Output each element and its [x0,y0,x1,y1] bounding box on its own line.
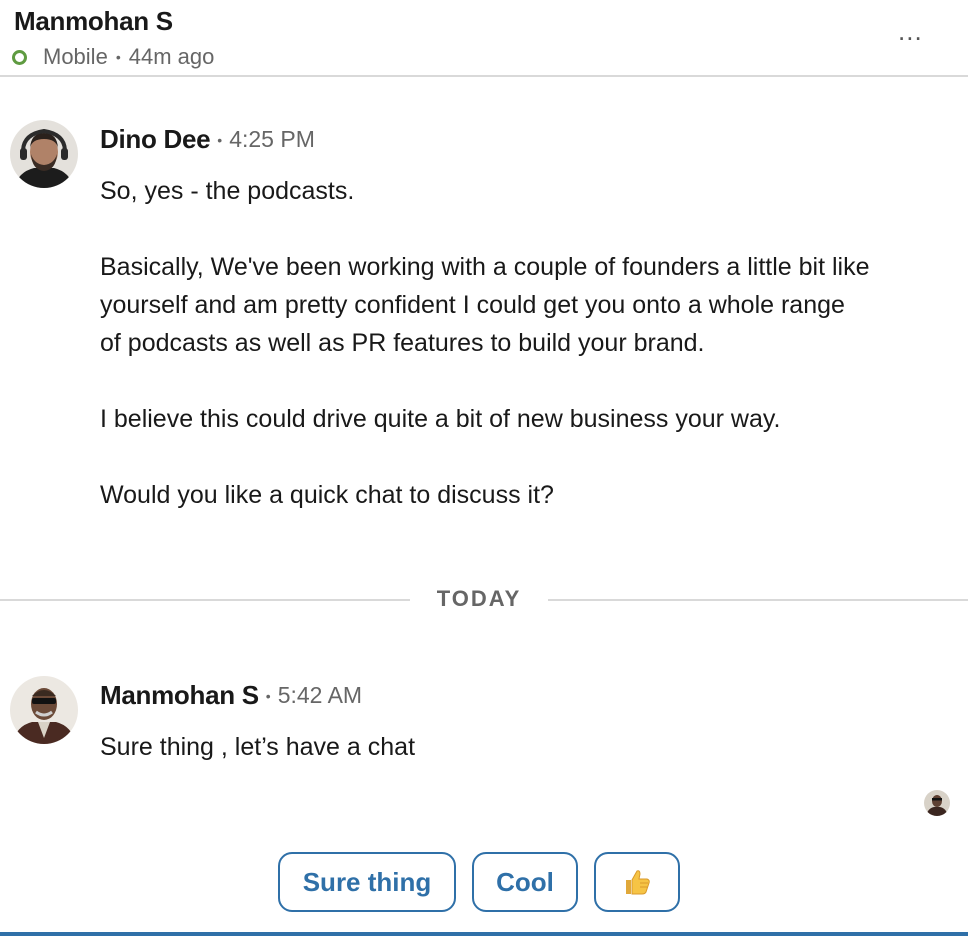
message-line: Basically, We've been working with a cou… [100,253,870,281]
quick-reply-cool[interactable]: Cool [472,852,578,912]
presence-device: Mobile [43,44,108,69]
message-line: Sure thing , let’s have a chat [100,733,416,761]
more-options-icon[interactable]: ... [898,16,923,47]
message-line: So, yes - the podcasts. [100,177,355,205]
message-line: Would you like a quick chat to discuss i… [100,481,554,509]
date-divider: TODAY [0,584,968,614]
message-time: 5:42 AM [277,682,363,708]
message-body: Sure thing , let’s have a chat [100,728,415,766]
contact-name[interactable]: Manmohan S [14,6,173,37]
message-paragraph: Sure thing , let’s have a chat [100,728,415,766]
message-header: Dino Dee • 4:25 PM [100,124,315,155]
separator-dot: • [115,49,121,65]
presence-status: Mobile • 44m ago [12,44,214,70]
message-line: of podcasts as well as PR features to bu… [100,329,705,357]
quick-replies: Sure thing Cool [0,852,968,916]
sender-name[interactable]: Manmohan S [100,680,259,711]
message-line: yourself and am pretty confident I could… [100,291,845,319]
sender-name[interactable]: Dino Dee [100,124,211,155]
message-header: Manmohan S • 5:42 AM [100,680,362,711]
read-receipt-avatar [924,790,950,816]
quick-reply-sure-thing[interactable]: Sure thing [278,852,456,912]
avatar-manmohan-s[interactable] [10,676,78,744]
thumbs-up-icon [626,870,650,895]
quick-reply-thumbs-up[interactable] [594,852,680,912]
message-paragraph: I believe this could drive quite a bit o… [100,400,870,438]
online-status-icon [12,49,27,65]
message-line: I believe this could drive quite a bit o… [100,405,781,433]
date-divider-label: TODAY [436,586,522,611]
message-paragraph: Basically, We've been working with a cou… [100,248,870,362]
message-body: So, yes - the podcasts. Basically, We've… [100,172,870,514]
message-time: 4:25 PM [229,126,315,152]
avatar-dino-dee[interactable] [10,120,78,188]
message-paragraph: Would you like a quick chat to discuss i… [100,476,870,514]
separator-dot: • [265,687,271,704]
conversation-header: Manmohan S Mobile • 44m ago ... [0,0,968,77]
divider-line [548,599,968,601]
message-paragraph: So, yes - the podcasts. [100,172,870,210]
divider-line [0,599,410,601]
focus-underline [0,932,968,936]
separator-dot: • [217,131,223,148]
last-active-time: 44m ago [128,44,215,69]
